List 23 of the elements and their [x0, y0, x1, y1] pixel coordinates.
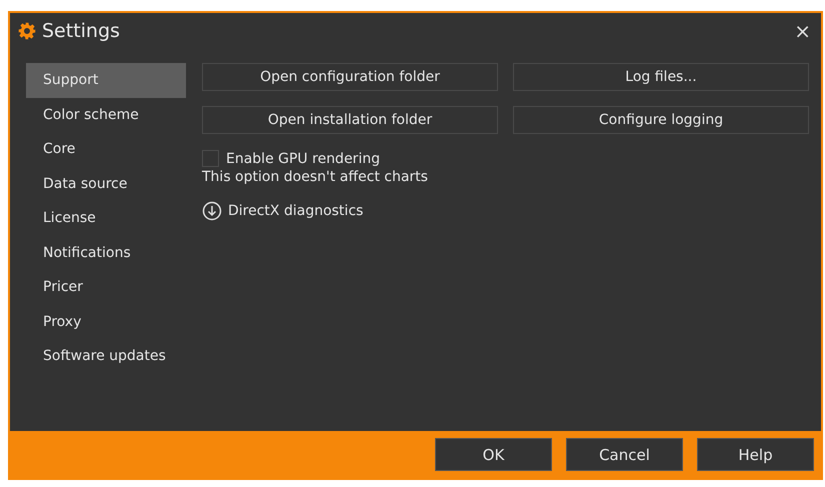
close-button[interactable]: × [792, 19, 813, 43]
action-button[interactable]: Open installation folder [202, 106, 498, 134]
sidebar-item[interactable]: Core [26, 132, 186, 166]
sidebar-item[interactable]: Proxy [26, 304, 186, 339]
action-button[interactable]: Open configuration folder [202, 63, 498, 91]
sidebar-item[interactable]: Data source [26, 166, 186, 201]
diagnostics-link[interactable]: DirectX diagnostics [202, 201, 364, 221]
sidebar-item[interactable]: Software updates [26, 339, 186, 374]
footer-button[interactable]: OK [435, 438, 552, 471]
window-title: Settings [42, 20, 121, 42]
action-button[interactable]: Log files... [513, 63, 809, 91]
gear-icon [18, 22, 36, 40]
checkbox[interactable] [202, 150, 219, 167]
footer-button[interactable]: Cancel [566, 438, 683, 471]
sidebar-item[interactable]: Notifications [26, 236, 186, 270]
sidebar-item[interactable]: Color scheme [26, 98, 186, 132]
option-note: This option doesn't affect charts [202, 169, 429, 185]
checkbox-label: Enable GPU rendering [226, 150, 380, 166]
sidebar-item[interactable]: Support [26, 63, 186, 98]
action-button[interactable]: Configure logging [513, 106, 809, 134]
sidebar-item[interactable]: License [26, 201, 186, 236]
sidebar-item[interactable]: Pricer [26, 270, 186, 304]
footer-button[interactable]: Help [697, 438, 814, 471]
